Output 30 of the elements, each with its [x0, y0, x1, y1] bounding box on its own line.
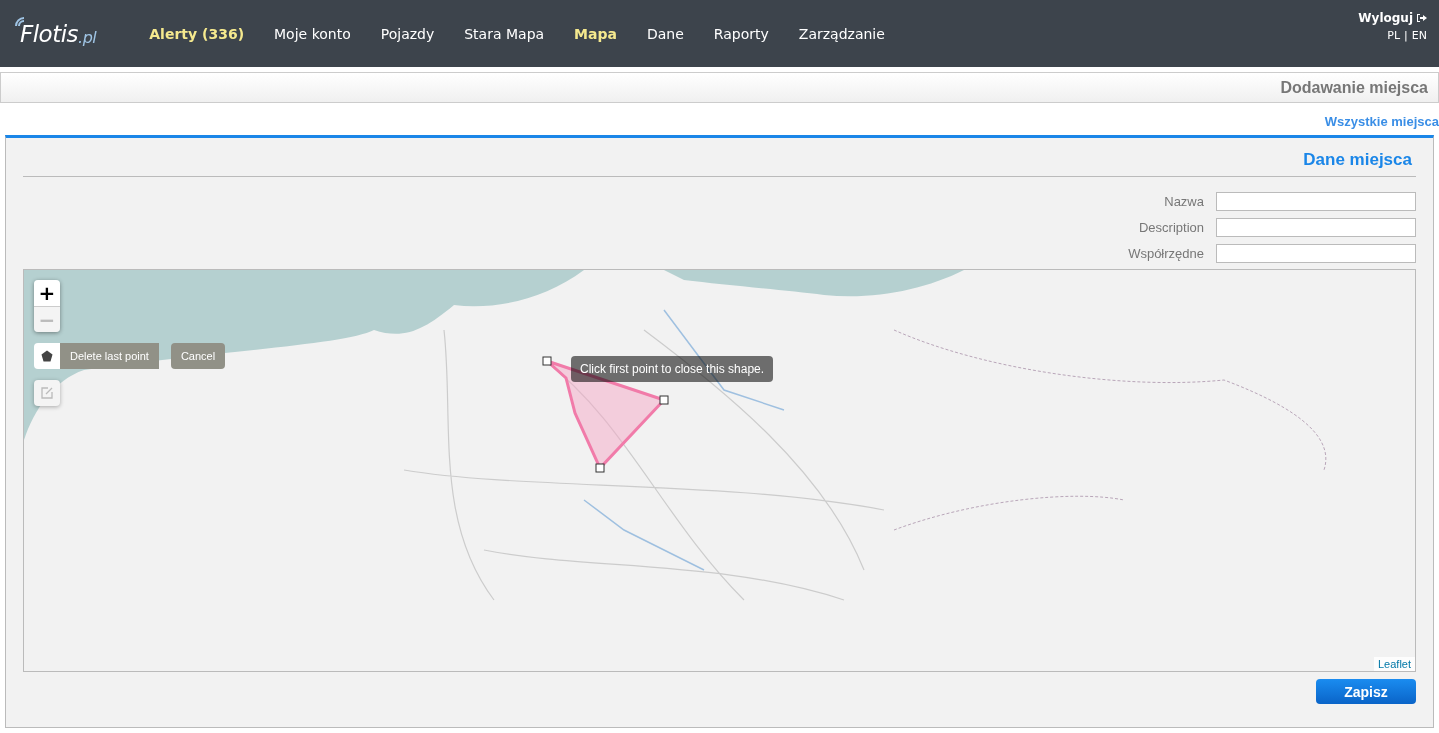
language-link[interactable]: PL — [1387, 29, 1401, 42]
panel-title: Dane miejsca — [1303, 150, 1412, 170]
polygon-tool-button[interactable] — [34, 343, 60, 369]
field-label: Współrzędne — [1128, 246, 1204, 261]
nav-link[interactable]: Zarządzanie — [783, 25, 900, 42]
pentagon-icon — [41, 350, 53, 362]
flotis-logo[interactable]: Flotis.pl — [16, 20, 97, 47]
input-field[interactable] — [1216, 192, 1416, 211]
logout-link[interactable]: Wyloguj — [1358, 11, 1427, 25]
map-tooltip: Click first point to close this shape. — [571, 356, 774, 382]
separator: | — [1404, 29, 1408, 42]
nav-link[interactable]: Moje konto — [259, 25, 366, 42]
input-field[interactable] — [1216, 218, 1416, 237]
nav-link[interactable]: Alerty (336) — [134, 25, 260, 42]
field-label: Description — [1137, 220, 1204, 235]
input-field[interactable] — [1216, 244, 1416, 263]
all-places-link[interactable]: Wszystkie miejsca — [1324, 114, 1439, 129]
edit-icon — [40, 386, 54, 400]
field-label: Nazwa — [1163, 194, 1204, 209]
nav-link[interactable]: Mapa — [559, 25, 632, 42]
zoom-in-button[interactable]: + — [34, 280, 60, 306]
page-title: Dodawanie miejsca — [1280, 78, 1428, 97]
save-button[interactable]: Zapisz — [1316, 679, 1416, 704]
logout-icon — [1416, 13, 1427, 23]
attribution-link[interactable]: Leaflet — [1373, 657, 1415, 671]
nav-link[interactable]: Stara Mapa — [449, 25, 560, 42]
language-link[interactable]: EN — [1411, 29, 1427, 42]
nav-link[interactable]: Dane — [631, 25, 699, 42]
nav-link[interactable]: Pojazdy — [365, 25, 450, 42]
nav-link[interactable]: Raporty — [698, 25, 784, 42]
